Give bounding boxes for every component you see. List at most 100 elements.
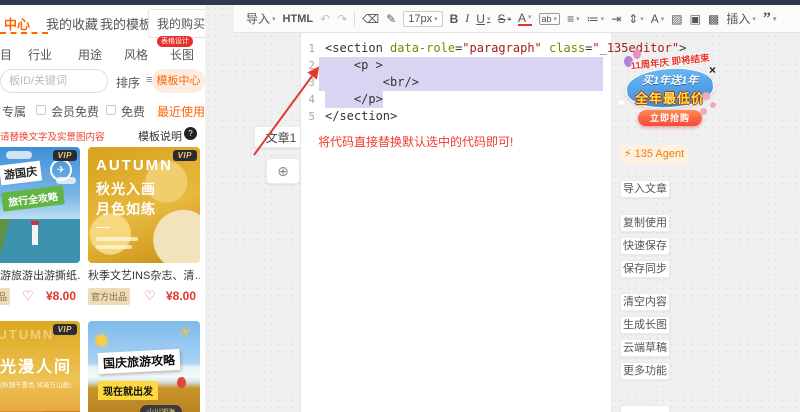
chevron-down-icon: ▾ — [272, 15, 276, 23]
member-free-checkbox[interactable] — [36, 105, 46, 115]
subtab-usage[interactable]: 用途 — [78, 46, 102, 63]
template-help-label[interactable]: 模板说明 — [138, 128, 182, 144]
new-feature-badge: 表格设计 — [157, 36, 193, 47]
action-button-4[interactable]: 保存同步 — [620, 260, 670, 278]
filter-free[interactable]: 免费 — [121, 103, 145, 120]
template-caption[interactable]: 秋季文艺INS杂志、清… — [88, 267, 200, 283]
tab-my-favorites[interactable]: 我的收藏 — [46, 14, 98, 33]
active-tab-underline — [0, 32, 48, 34]
filter-exclusive[interactable]: 专属 — [2, 103, 26, 120]
html-source-button[interactable]: HTML — [283, 13, 314, 25]
recently-used-link[interactable]: 最近使用 — [157, 103, 205, 120]
bold-button[interactable]: B — [450, 12, 459, 26]
list-button[interactable]: ≔▾ — [587, 12, 605, 26]
divider-button[interactable]: ▨ — [671, 12, 682, 26]
favorite-heart-icon[interactable]: ♡ — [22, 288, 34, 304]
subtab-industry[interactable]: 行业 — [28, 46, 52, 63]
action-button-5[interactable]: 清空内容 — [620, 293, 670, 311]
line-height-button[interactable]: ⇕▾ — [628, 12, 644, 26]
strikethrough-button[interactable]: S▾ — [497, 12, 511, 26]
annotation-arrow — [240, 40, 360, 170]
tiny-text-bar — [96, 237, 138, 241]
image-button[interactable]: ▣ — [690, 12, 701, 26]
lighthouse-photo — [0, 219, 80, 263]
font-size-select[interactable]: 17px▾ — [403, 11, 442, 27]
chevron-down-icon: ▾ — [576, 15, 580, 23]
lighthouse-shape — [32, 225, 38, 245]
cover-line2: 现在就出发 — [98, 381, 158, 400]
editor-toolbar: 导入▾ HTML ↶ ↷ ⌫ ✎ 17px▾ BI U▾ S▾ A▾ ab▾ ≡▾ ≔▾ ⇥ ⇕▾ A▾ ▨ ▣ ▩ 插… — [234, 5, 800, 33]
template-card-travel[interactable]: 游国庆 ✈ 旅行全攻略 VIP 游旅游出游撕纸… 官方出品 ♡ ¥8.00 — [0, 147, 80, 263]
template-price: ¥8.00 — [46, 289, 76, 303]
insert-menu[interactable]: 插入▾ — [726, 10, 756, 27]
promo-close-icon[interactable]: × — [709, 65, 716, 75]
letter-spacing-button[interactable]: A▾ — [651, 12, 665, 26]
action-button-6[interactable]: 生成长图 — [620, 316, 670, 334]
subtab-style[interactable]: 风格 — [124, 46, 148, 63]
app-root: 中心 我的收藏 我的模板 我的购买 目 行业 用途 风格 长图 表格设计 排序 … — [0, 0, 800, 412]
flower-decoration — [702, 92, 710, 100]
chevron-down-icon: ▾ — [773, 14, 777, 24]
search-input[interactable] — [0, 69, 108, 93]
font-color-button[interactable]: A▾ — [518, 12, 532, 26]
template-card-autumn-ins[interactable]: AUTUMN 秋光入画 月色如练 VIP 秋季文艺INS杂志、清… 官方出品 ♡… — [88, 147, 200, 263]
format-brush-icon[interactable]: ✎ — [386, 12, 396, 26]
tiny-text-bar — [96, 245, 132, 249]
free-checkbox[interactable] — [106, 105, 116, 115]
tab-my-purchases[interactable]: 我的购买 — [148, 9, 205, 38]
filter-row: 专属 会员免费 免费 最近使用 — [0, 102, 205, 120]
action-button-1[interactable]: 导入文章 — [620, 180, 670, 198]
italic-button[interactable]: I — [465, 11, 469, 26]
subtab-longimage[interactable]: 长图 — [170, 46, 194, 63]
template-cover[interactable]: AUTUMN 秋光入画 月色如练 VIP — [88, 147, 200, 263]
tab-my-templates[interactable]: 我的模板 — [100, 14, 152, 33]
sparkle-decoration — [619, 100, 624, 105]
align-button[interactable]: ≡▾ — [567, 12, 580, 26]
action-button-8[interactable]: 更多功能 — [620, 362, 670, 380]
help-question-icon[interactable]: ? — [184, 127, 197, 140]
quote-button[interactable]: ”▾ — [763, 14, 777, 24]
favorite-heart-icon[interactable]: ♡ — [144, 288, 156, 304]
cover-ribbon-text: 旅行全攻略 — [1, 185, 65, 211]
template-cover[interactable]: 游国庆 ✈ 旅行全攻略 VIP — [0, 147, 80, 263]
action-button-partial[interactable] — [620, 405, 670, 412]
template-caption[interactable]: 游旅游出游撕纸… — [0, 267, 80, 283]
redo-icon[interactable]: ↷ — [337, 12, 347, 26]
action-button-3[interactable]: 快速保存 — [620, 237, 670, 255]
gallery-button[interactable]: ▩ — [708, 12, 719, 26]
chevron-down-icon: ▾ — [661, 15, 665, 23]
template-cover[interactable]: ✈ 国庆旅游攻略 现在就出发 山川湖海 — [88, 321, 200, 412]
template-cover[interactable]: AUTUMN 光漫人间 (秋铺千重色 风染万山画) VIP — [0, 321, 80, 412]
flower-decoration — [710, 102, 716, 108]
underline-button[interactable]: U▾ — [476, 12, 490, 26]
action-button-7[interactable]: 云端草稿 — [620, 339, 670, 357]
clear-format-icon[interactable]: ⌫ — [362, 12, 379, 26]
template-card-autumn-gold[interactable]: AUTUMN 光漫人间 (秋铺千重色 风染万山画) VIP — [0, 321, 80, 412]
chevron-down-icon: ▾ — [528, 12, 532, 24]
subtab-category[interactable]: 目 — [0, 46, 12, 63]
filter-member-free[interactable]: 会员免费 — [51, 103, 99, 120]
agent-button[interactable]: ⚡ 135 Agent — [620, 145, 688, 163]
indent-button[interactable]: ⇥ — [611, 12, 621, 26]
agent-label: 135 Agent — [635, 148, 685, 160]
plane-doodle-icon: ✈ — [177, 321, 195, 342]
import-menu[interactable]: 导入▾ — [246, 10, 276, 27]
promo-cta-button[interactable]: 立即抢购 — [638, 110, 702, 126]
template-subtabs: 目 行业 用途 风格 长图 表格设计 — [0, 43, 205, 65]
template-card-national-day[interactable]: ✈ 国庆旅游攻略 现在就出发 山川湖海 — [88, 321, 200, 412]
toolbar-separator — [354, 12, 355, 26]
undo-icon[interactable]: ↶ — [320, 12, 330, 26]
template-panel: 中心 我的收藏 我的模板 我的购买 目 行业 用途 风格 长图 表格设计 排序 … — [0, 5, 205, 412]
sun-doodle — [96, 335, 107, 346]
tab-template-center[interactable]: 中心 — [4, 14, 30, 33]
sort-label[interactable]: 排序 — [116, 74, 140, 91]
anniversary-promo-banner[interactable]: 11周年庆 即将结束 买1年送1年 全年最低价 立即抢购 × — [622, 48, 718, 132]
flower-decoration — [700, 108, 707, 115]
template-center-button[interactable]: 模板中心 — [152, 69, 205, 93]
cover-line1: 国庆旅游攻略 — [98, 349, 181, 374]
chevron-down-icon: ▾ — [487, 15, 491, 23]
search-row: 排序 ≡ 模板中心 — [0, 69, 205, 95]
chevron-down-icon: ▾ — [434, 15, 438, 23]
action-button-2[interactable]: 复制使用 — [620, 214, 670, 232]
highlight-color-button[interactable]: ab▾ — [539, 13, 561, 25]
